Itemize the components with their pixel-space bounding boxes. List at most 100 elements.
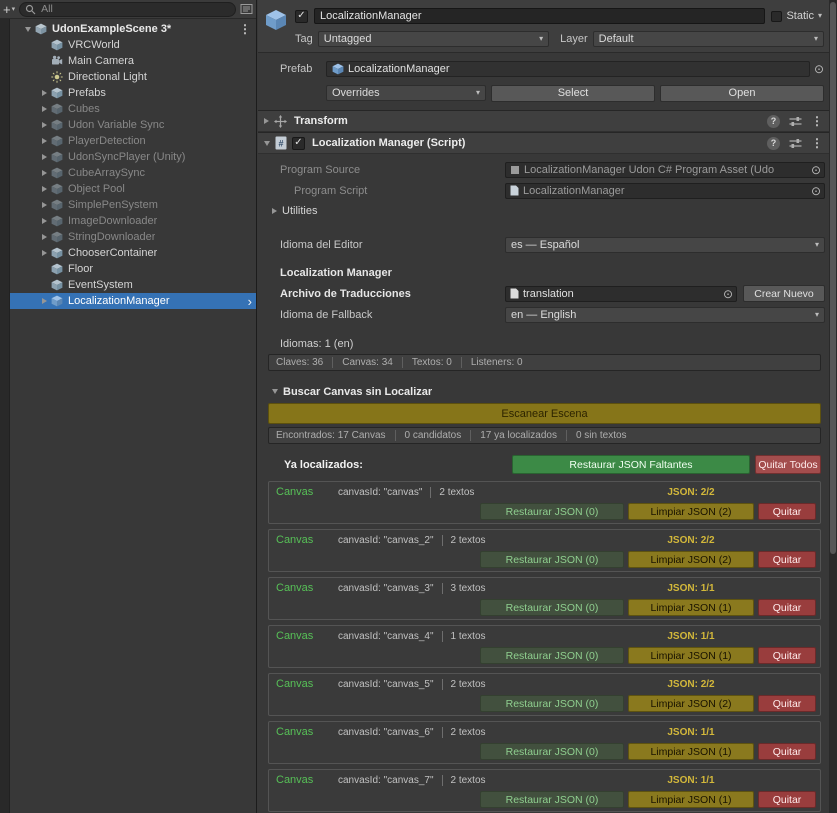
select-button[interactable]: Select bbox=[491, 85, 655, 102]
target-picker-icon[interactable]: ⊙ bbox=[811, 185, 821, 197]
hierarchy-item-localizationmanager[interactable]: LocalizationManager› bbox=[10, 293, 256, 309]
remove-canvas-button[interactable]: Quitar bbox=[758, 743, 816, 760]
restore-json-button[interactable]: Restaurar JSON (0) bbox=[480, 503, 624, 520]
program-script-field[interactable]: LocalizationManager ⊙ bbox=[505, 183, 825, 199]
clean-json-button[interactable]: Limpiar JSON (2) bbox=[628, 503, 754, 520]
help-icon[interactable]: ? bbox=[767, 137, 780, 150]
create-new-button[interactable]: Crear Nuevo bbox=[743, 285, 825, 302]
presets-icon[interactable] bbox=[789, 116, 802, 127]
restore-json-button[interactable]: Restaurar JSON (0) bbox=[480, 695, 624, 712]
static-checkbox[interactable] bbox=[771, 11, 782, 22]
expand-arrow-icon[interactable] bbox=[38, 138, 50, 144]
prefab-name: LocalizationManager bbox=[348, 63, 804, 75]
clean-json-button[interactable]: Limpiar JSON (2) bbox=[628, 551, 754, 568]
target-picker-icon[interactable]: ⊙ bbox=[811, 164, 821, 176]
hierarchy-search-field[interactable] bbox=[19, 2, 236, 17]
create-object-button[interactable]: + ▾ bbox=[3, 3, 15, 16]
clean-json-button[interactable]: Limpiar JSON (1) bbox=[628, 791, 754, 808]
target-picker-icon[interactable]: ⊙ bbox=[723, 288, 733, 300]
clean-json-button[interactable]: Limpiar JSON (2) bbox=[628, 695, 754, 712]
hierarchy-item-simplepensystem[interactable]: SimplePenSystem bbox=[10, 197, 256, 213]
kebab-menu-icon[interactable]: ⋮ bbox=[811, 115, 823, 127]
hierarchy-scene-row[interactable]: UdonExampleScene 3* ⋮ bbox=[10, 21, 256, 37]
clean-json-button[interactable]: Limpiar JSON (1) bbox=[628, 743, 754, 760]
hierarchy-item-udonsyncplayer-unity[interactable]: UdonSyncPlayer (Unity) bbox=[10, 149, 256, 165]
expand-arrow-icon[interactable] bbox=[38, 106, 50, 112]
expand-arrow-icon[interactable] bbox=[38, 186, 50, 192]
remove-canvas-button[interactable]: Quitar bbox=[758, 599, 816, 616]
open-prefab-chevron-icon[interactable]: › bbox=[248, 295, 252, 308]
expand-arrow-icon[interactable] bbox=[38, 90, 50, 96]
expand-arrow-icon[interactable] bbox=[38, 122, 50, 128]
hierarchy-item-eventsystem[interactable]: EventSystem bbox=[10, 277, 256, 293]
restore-json-button[interactable]: Restaurar JSON (0) bbox=[480, 647, 624, 664]
expand-arrow-icon[interactable] bbox=[38, 170, 50, 176]
editor-language-dropdown[interactable]: es — Español ▾ bbox=[505, 237, 825, 253]
restore-json-button[interactable]: Restaurar JSON (0) bbox=[480, 791, 624, 808]
scan-canvas-foldout[interactable]: Buscar Canvas sin Localizar bbox=[262, 383, 825, 400]
hierarchy-item-cubearraysync[interactable]: CubeArraySync bbox=[10, 165, 256, 181]
active-checkbox[interactable]: ✓ bbox=[295, 10, 308, 23]
hierarchy-item-object-pool[interactable]: Object Pool bbox=[10, 181, 256, 197]
hierarchy-item-playerdetection[interactable]: PlayerDetection bbox=[10, 133, 256, 149]
hierarchy-item-directional-light[interactable]: Directional Light bbox=[10, 69, 256, 85]
translation-file-field[interactable]: translation ⊙ bbox=[505, 286, 737, 302]
hierarchy-item-choosercontainer[interactable]: ChooserContainer bbox=[10, 245, 256, 261]
overrides-dropdown[interactable]: Overrides ▾ bbox=[326, 85, 486, 101]
expand-arrow-icon[interactable] bbox=[38, 250, 50, 256]
hierarchy-item-stringdownloader[interactable]: StringDownloader bbox=[10, 229, 256, 245]
kebab-menu-icon[interactable]: ⋮ bbox=[811, 137, 823, 149]
foldout-arrow-icon[interactable] bbox=[264, 118, 269, 124]
prefab-target-picker-icon[interactable]: ⊙ bbox=[814, 63, 824, 75]
restore-json-button[interactable]: Restaurar JSON (0) bbox=[480, 551, 624, 568]
tag-dropdown[interactable]: Untagged ▾ bbox=[318, 31, 549, 47]
canvas-entry-json-status: JSON: 2/2 bbox=[628, 487, 754, 498]
inspector-scrollbar[interactable] bbox=[829, 0, 837, 813]
hierarchy-item-vrcworld[interactable]: VRCWorld bbox=[10, 37, 256, 53]
collapse-arrow-icon[interactable] bbox=[22, 27, 34, 32]
hierarchy-scrollbar[interactable] bbox=[0, 19, 10, 813]
expand-arrow-icon[interactable] bbox=[38, 234, 50, 240]
hierarchy-item-imagedownloader[interactable]: ImageDownloader bbox=[10, 213, 256, 229]
expand-arrow-icon[interactable] bbox=[38, 298, 50, 304]
expand-arrow-icon[interactable] bbox=[38, 202, 50, 208]
remove-canvas-button[interactable]: Quitar bbox=[758, 503, 816, 520]
scene-kebab-menu-icon[interactable]: ⋮ bbox=[239, 23, 251, 35]
hierarchy-item-main-camera[interactable]: Main Camera bbox=[10, 53, 256, 69]
search-input[interactable] bbox=[39, 2, 230, 16]
gameobject-cube-icon[interactable] bbox=[263, 7, 289, 47]
scrollbar-thumb[interactable] bbox=[830, 2, 836, 554]
clean-json-button[interactable]: Limpiar JSON (1) bbox=[628, 647, 754, 664]
scan-scene-button[interactable]: Escanear Escena bbox=[268, 403, 821, 424]
help-icon[interactable]: ? bbox=[767, 115, 780, 128]
restore-json-button[interactable]: Restaurar JSON (0) bbox=[480, 599, 624, 616]
transform-component-header[interactable]: Transform ? ⋮ bbox=[258, 110, 829, 132]
foldout-arrow-icon[interactable] bbox=[264, 141, 270, 146]
prefab-object-field[interactable]: LocalizationManager bbox=[326, 61, 810, 77]
expand-arrow-icon[interactable] bbox=[38, 154, 50, 160]
program-source-field[interactable]: LocalizationManager Udon C# Program Asse… bbox=[505, 162, 825, 178]
hierarchy-item-udon-variable-sync[interactable]: Udon Variable Sync bbox=[10, 117, 256, 133]
gameobject-name-input[interactable] bbox=[314, 8, 765, 24]
hierarchy-item-floor[interactable]: Floor bbox=[10, 261, 256, 277]
hierarchy-settings-icon[interactable] bbox=[240, 3, 253, 15]
expand-arrow-icon[interactable] bbox=[38, 218, 50, 224]
open-button[interactable]: Open bbox=[660, 85, 824, 102]
restore-json-button[interactable]: Restaurar JSON (0) bbox=[480, 743, 624, 760]
remove-canvas-button[interactable]: Quitar bbox=[758, 647, 816, 664]
hierarchy-item-prefabs[interactable]: Prefabs bbox=[10, 85, 256, 101]
restore-missing-json-button[interactable]: Restaurar JSON Faltantes bbox=[512, 455, 750, 474]
remove-canvas-button[interactable]: Quitar bbox=[758, 695, 816, 712]
layer-dropdown[interactable]: Default ▾ bbox=[593, 31, 824, 47]
remove-canvas-button[interactable]: Quitar bbox=[758, 791, 816, 808]
utilities-foldout[interactable]: Utilities bbox=[262, 202, 825, 219]
remove-canvas-button[interactable]: Quitar bbox=[758, 551, 816, 568]
hierarchy-item-cubes[interactable]: Cubes bbox=[10, 101, 256, 117]
presets-icon[interactable] bbox=[789, 138, 802, 149]
component-enabled-checkbox[interactable]: ✓ bbox=[292, 137, 305, 150]
script-component-header[interactable]: # ✓ Localization Manager (Script) ? ⋮ bbox=[258, 132, 829, 154]
static-dropdown[interactable]: Static ▾ bbox=[771, 10, 824, 22]
fallback-language-dropdown[interactable]: en — English ▾ bbox=[505, 307, 825, 323]
clean-json-button[interactable]: Limpiar JSON (1) bbox=[628, 599, 754, 616]
remove-all-button[interactable]: Quitar Todos bbox=[755, 455, 821, 474]
